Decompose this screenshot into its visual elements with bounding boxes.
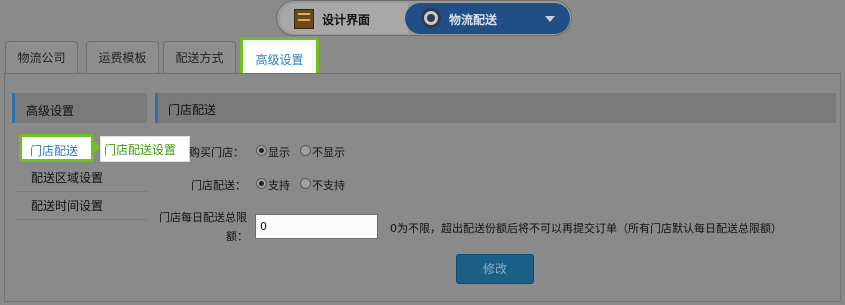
purchase-store-hide-label: 不显示: [312, 146, 345, 159]
mode-switcher: 设计界面 物流配送: [276, 0, 572, 36]
tab-delivery-method[interactable]: 配送方式: [163, 41, 236, 74]
purchase-store-label: 购买门店：: [189, 146, 244, 159]
daily-limit-label-line1: 门店每日配送总限: [159, 211, 247, 224]
gear-icon: [421, 8, 441, 28]
store-delivery-support-label: 支持: [268, 179, 290, 192]
chevron-down-icon[interactable]: [545, 16, 555, 22]
sidebar-header: 高级设置: [12, 93, 147, 123]
section-title: 门店配送: [168, 103, 217, 117]
section-header: 门店配送: [155, 93, 836, 123]
daily-limit-label-line2: 额：: [226, 230, 248, 243]
design-view-switch[interactable]: 设计界面: [280, 3, 408, 34]
purchase-store-hide-radio[interactable]: [300, 145, 311, 156]
design-view-label: 设计界面: [322, 13, 371, 27]
logistics-label: 物流配送: [449, 13, 498, 27]
sidebar-item-label: 门店配送: [30, 144, 79, 158]
purchase-store-show-radio[interactable]: [256, 145, 267, 156]
callout-text: 门店配送设置: [104, 143, 177, 157]
submit-button[interactable]: 修改: [456, 254, 534, 284]
logistics-dropdown[interactable]: 物流配送: [405, 3, 570, 34]
sidebar-item-delivery-area[interactable]: 配送区域设置: [15, 165, 147, 192]
sidebar-item-store-delivery[interactable]: 门店配送: [19, 134, 94, 162]
daily-limit-input[interactable]: [255, 214, 378, 239]
sidebar-item-delivery-time[interactable]: 配送时间设置: [15, 193, 147, 220]
daily-limit-hint: 0为不限，超出配送份额后将不可以再提交订单（所有门店默认每日配送总限额）: [390, 222, 782, 235]
purchase-store-show-label: 显示: [268, 146, 290, 159]
tab-logistics-company[interactable]: 物流公司: [5, 41, 78, 74]
store-delivery-unsupport-radio[interactable]: [300, 178, 311, 189]
callout-tooltip: 门店配送设置: [100, 136, 190, 162]
store-delivery-label: 门店配送：: [191, 179, 246, 192]
sidebar-title: 高级设置: [26, 104, 75, 118]
design-board-icon: [294, 9, 314, 29]
store-delivery-unsupport-label: 不支持: [312, 179, 345, 192]
tab-freight-template[interactable]: 运费模板: [86, 41, 159, 74]
store-delivery-support-radio[interactable]: [256, 178, 267, 189]
